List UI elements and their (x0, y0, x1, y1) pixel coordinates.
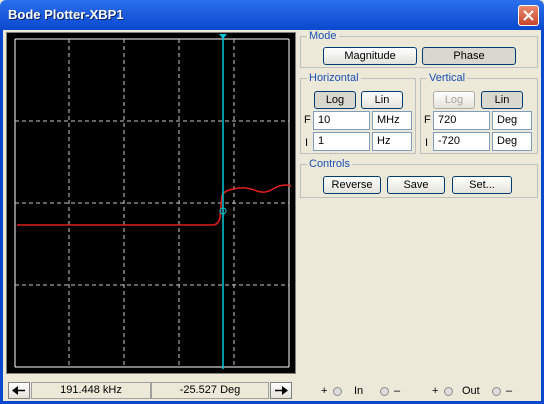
horizontal-final-value[interactable]: 10 (313, 111, 370, 130)
out-label: Out (462, 385, 480, 397)
vertical-lin-button[interactable]: Lin (481, 91, 523, 109)
cursor-handle[interactable] (219, 34, 227, 39)
phase-button[interactable]: Phase (422, 47, 516, 65)
frequency-readout: 191.448 kHz (31, 382, 151, 399)
horizontal-log-button[interactable]: Log (314, 91, 356, 109)
controls-legend: Controls (307, 158, 352, 170)
save-button[interactable]: Save (387, 176, 445, 194)
plot-grid (14, 38, 290, 368)
close-icon (523, 10, 534, 21)
reverse-button[interactable]: Reverse (323, 176, 381, 194)
horizontal-initial-unit[interactable]: Hz (372, 132, 412, 151)
vertical-log-button[interactable]: Log (433, 91, 475, 109)
in-plus-label: + (321, 385, 328, 397)
out-minus-label: – (506, 385, 513, 397)
horizontal-initial-value[interactable]: 1 (313, 132, 370, 151)
in-minus-label: – (394, 385, 401, 397)
vertical-final-value[interactable]: 720 (433, 111, 490, 130)
vertical-f-label: F (424, 114, 431, 126)
title-bar: Bode Plotter-XBP1 (0, 0, 544, 30)
phase-readout: -25.527 Deg (151, 382, 269, 399)
vertical-i-label: I (425, 137, 429, 149)
vertical-final-unit[interactable]: Deg (492, 111, 532, 130)
arrow-right-icon (275, 386, 288, 395)
horizontal-i-label: I (305, 137, 309, 149)
vertical-legend: Vertical (427, 72, 468, 84)
mode-legend: Mode (307, 30, 339, 42)
cursor-right-button[interactable] (270, 382, 292, 399)
out-minus-terminal[interactable] (492, 387, 501, 396)
horizontal-legend: Horizontal (307, 72, 361, 84)
horizontal-f-label: F (304, 114, 311, 126)
window-title: Bode Plotter-XBP1 (8, 7, 124, 22)
bode-plot-display[interactable] (6, 32, 296, 374)
out-plus-label: + (432, 385, 439, 397)
arrow-left-icon (12, 386, 25, 395)
cursor-left-button[interactable] (8, 382, 30, 399)
set-button[interactable]: Set... (452, 176, 512, 194)
in-plus-terminal[interactable] (333, 387, 342, 396)
horizontal-lin-button[interactable]: Lin (361, 91, 403, 109)
phase-trace (17, 184, 292, 226)
in-label: In (354, 385, 364, 397)
out-plus-terminal[interactable] (444, 387, 453, 396)
in-minus-terminal[interactable] (380, 387, 389, 396)
plot-svg (14, 34, 292, 369)
vertical-initial-value[interactable]: -720 (433, 132, 490, 151)
close-button[interactable] (518, 5, 539, 26)
horizontal-final-unit[interactable]: MHz (372, 111, 412, 130)
magnitude-button[interactable]: Magnitude (323, 47, 417, 65)
vertical-initial-unit[interactable]: Deg (492, 132, 532, 151)
